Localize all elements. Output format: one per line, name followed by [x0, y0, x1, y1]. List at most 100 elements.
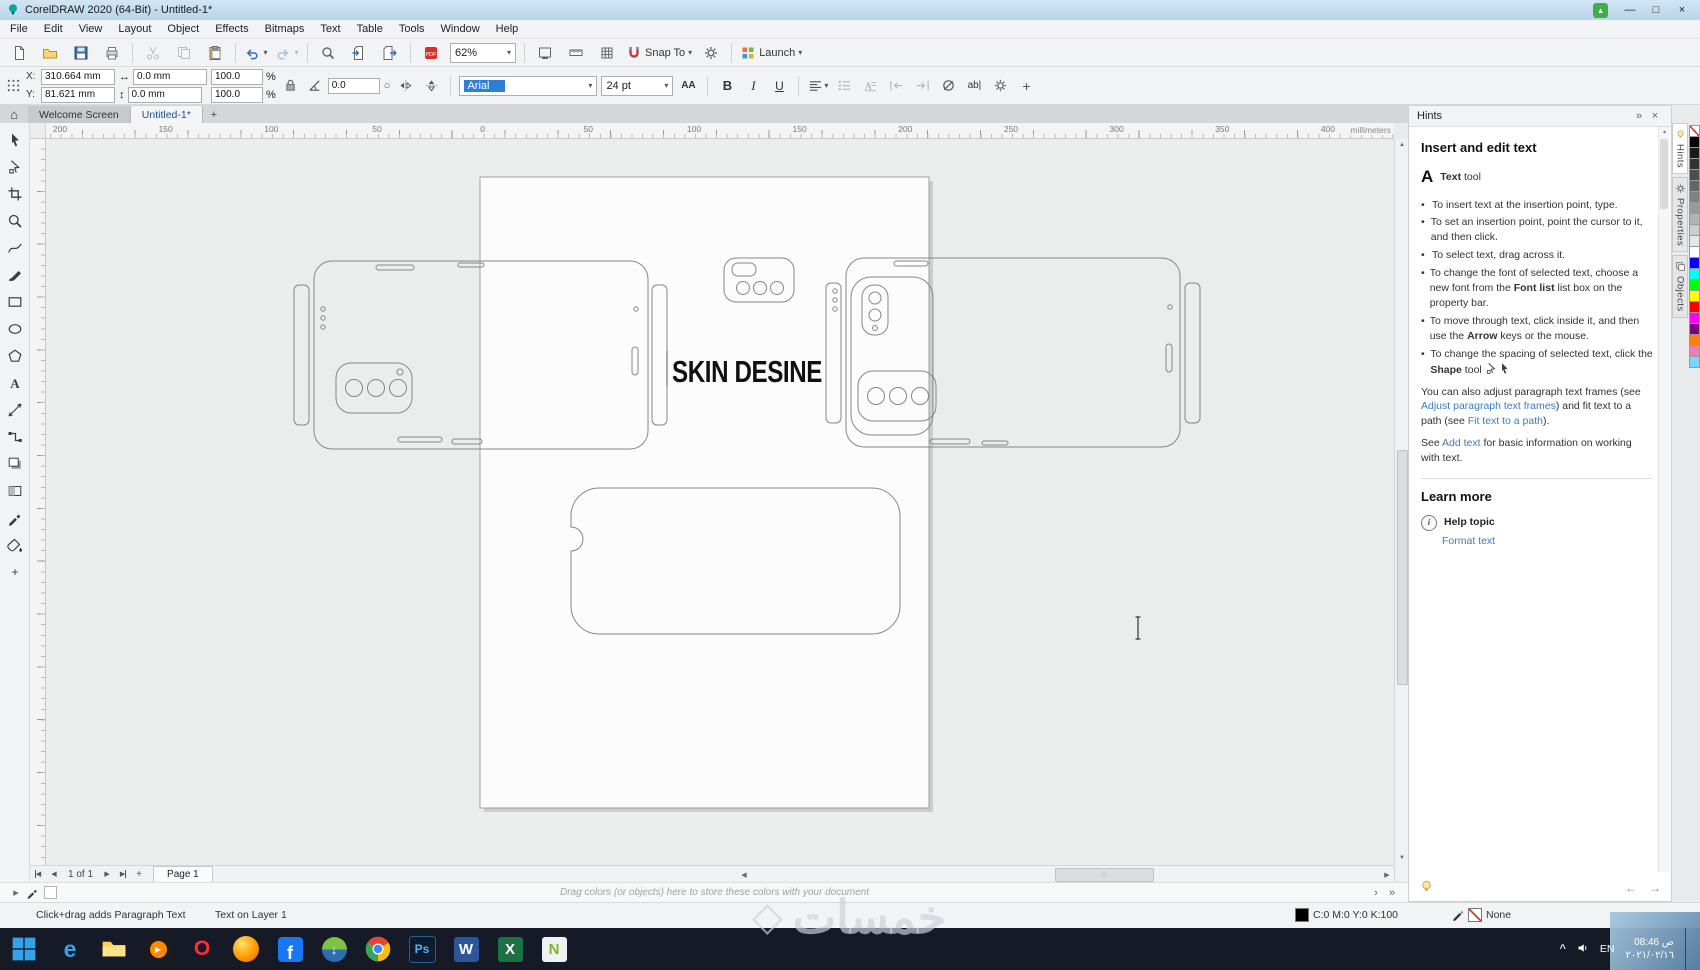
drop-cap-button[interactable]: A — [859, 74, 881, 98]
add-page-button[interactable]: + — [131, 867, 147, 882]
palette-flyout-icon[interactable]: ▸ — [8, 885, 24, 901]
horizontal-scroll-thumb[interactable]: ⁞⁞ — [1055, 868, 1154, 882]
copy-button[interactable] — [169, 41, 199, 65]
lock-ratio-button[interactable] — [280, 74, 302, 98]
new-document-button[interactable] — [4, 41, 34, 65]
hint-back-icon[interactable]: ← — [1625, 881, 1637, 895]
vertical-ruler[interactable] — [30, 139, 46, 865]
increase-indent-button[interactable] — [911, 74, 933, 98]
eyedropper-icon[interactable] — [24, 885, 40, 901]
import-button[interactable] — [344, 41, 374, 65]
transparency-tool[interactable] — [2, 477, 28, 504]
palette-scroll-right-icon[interactable]: › — [1368, 885, 1384, 901]
no-outline-button[interactable] — [937, 74, 959, 98]
rectangle-tool[interactable] — [2, 288, 28, 315]
show-rulers-button[interactable] — [561, 41, 591, 65]
undo-button[interactable]: ▾ — [241, 41, 271, 65]
vertical-scrollbar[interactable]: ▲ ▼ — [1394, 139, 1408, 882]
edit-text-button[interactable]: ab| — [963, 74, 985, 98]
scroll-down-icon[interactable]: ▼ — [1395, 852, 1409, 864]
object-height-field[interactable] — [127, 86, 202, 103]
cut-button[interactable] — [138, 41, 168, 65]
x-position-field[interactable] — [41, 68, 115, 85]
close-docker-icon[interactable]: × — [1647, 110, 1663, 122]
add-property-button[interactable]: + — [1015, 74, 1037, 98]
crop-tool[interactable] — [2, 180, 28, 207]
mirror-vertical-button[interactable] — [420, 74, 442, 98]
text-alignment-button[interactable]: ▾ — [807, 74, 829, 98]
freehand-tool[interactable] — [2, 234, 28, 261]
object-width-field[interactable] — [133, 68, 207, 85]
facebook-taskbar-icon[interactable]: f — [268, 928, 312, 970]
artistic-media-tool[interactable] — [2, 261, 28, 288]
volume-icon[interactable] — [1577, 942, 1589, 957]
dock-chevrons-icon[interactable]: » — [1631, 110, 1647, 122]
hint-bulb-icon[interactable] — [1419, 879, 1434, 897]
text-options-button[interactable] — [989, 74, 1011, 98]
design-text[interactable]: SKIN DESINE — [672, 354, 823, 389]
bulleted-list-button[interactable] — [833, 74, 855, 98]
decrease-indent-button[interactable] — [885, 74, 907, 98]
menu-window[interactable]: Window — [433, 21, 488, 37]
interactive-fill-tool[interactable] — [2, 531, 28, 558]
taskbar-clock[interactable]: 08:46 ص ٢٠٢١/٠٢/١٦ — [1625, 936, 1674, 963]
media-player-taskbar-icon[interactable]: ▶ — [136, 928, 180, 970]
edge-taskbar-icon[interactable]: e — [48, 928, 92, 970]
docker-tab-properties[interactable]: Properties — [1672, 177, 1688, 253]
menu-object[interactable]: Object — [159, 21, 207, 37]
menu-help[interactable]: Help — [488, 21, 527, 37]
open-button[interactable] — [35, 41, 65, 65]
polygon-tool[interactable] — [2, 342, 28, 369]
close-button[interactable]: × — [1670, 2, 1694, 18]
connector-tool[interactable] — [2, 423, 28, 450]
y-position-field[interactable] — [41, 86, 115, 103]
docker-tab-objects[interactable]: Objects — [1672, 255, 1688, 319]
drop-shadow-tool[interactable] — [2, 450, 28, 477]
rotation-field[interactable] — [327, 77, 380, 94]
font-size-combo[interactable]: 24 pt ▾ — [601, 75, 674, 96]
format-text-link[interactable]: Format text — [1442, 534, 1653, 549]
language-indicator[interactable]: EN — [1600, 943, 1615, 955]
maximize-button[interactable]: □ — [1644, 2, 1668, 18]
last-page-button[interactable]: ▶ — [115, 867, 131, 882]
menu-text[interactable]: Text — [312, 21, 348, 37]
menu-file[interactable]: File — [2, 21, 36, 37]
dimension-tool[interactable] — [2, 396, 28, 423]
hint-link[interactable]: Add text — [1442, 437, 1481, 449]
scroll-left-icon[interactable]: ◀ — [737, 867, 751, 882]
color-eyedropper-tool[interactable] — [2, 504, 28, 531]
publish-to-pdf-button[interactable]: PDF — [416, 41, 446, 65]
shape-tool[interactable] — [2, 153, 28, 180]
excel-taskbar-icon[interactable]: X — [488, 928, 532, 970]
outline-color-swatch[interactable] — [1468, 908, 1482, 922]
docker-tab-hints[interactable]: Hints — [1672, 123, 1688, 175]
paste-button[interactable] — [200, 41, 230, 65]
new-document-tab-button[interactable]: + — [203, 106, 225, 123]
hidden-icons-caret[interactable]: ^ — [1559, 943, 1565, 955]
notepad-plus-taskbar-icon[interactable]: N — [532, 928, 576, 970]
previous-page-button[interactable]: ◀ — [46, 867, 62, 882]
search-content-button[interactable] — [313, 41, 343, 65]
horizontal-ruler[interactable]: millimeters 200 150 100 50 0 50 100 150 200 250 30… — [30, 123, 1394, 139]
menu-layout[interactable]: Layout — [110, 21, 159, 37]
hints-scrollbar[interactable]: ▲ — [1658, 127, 1670, 872]
download-manager-taskbar-icon[interactable]: ↓ — [312, 928, 356, 970]
opera-taskbar-icon[interactable]: O — [180, 928, 224, 970]
launch-button[interactable]: Launch ▾ — [737, 41, 805, 65]
pick-tool[interactable] — [2, 126, 28, 153]
underline-button[interactable]: U — [768, 74, 790, 98]
fill-color-swatch[interactable] — [1295, 908, 1309, 922]
minimize-button[interactable]: — — [1618, 2, 1642, 18]
scroll-up-icon[interactable]: ▲ — [1395, 139, 1409, 151]
canvas-area[interactable]: SKIN DESINE — [46, 139, 1394, 865]
bold-button[interactable]: B — [716, 74, 738, 98]
print-button[interactable] — [97, 41, 127, 65]
zoom-tool[interactable] — [2, 207, 28, 234]
titlebar-app-icon[interactable]: ▴ — [1593, 2, 1608, 18]
scroll-up-icon[interactable]: ▲ — [1659, 127, 1670, 137]
document-tab-untitled-1-[interactable]: Untitled-1* — [130, 106, 203, 123]
ellipse-tool[interactable] — [2, 315, 28, 342]
photoshop-taskbar-icon[interactable]: Ps — [400, 928, 444, 970]
full-screen-preview-button[interactable] — [530, 41, 560, 65]
palette-swatch[interactable] — [1688, 356, 1700, 368]
